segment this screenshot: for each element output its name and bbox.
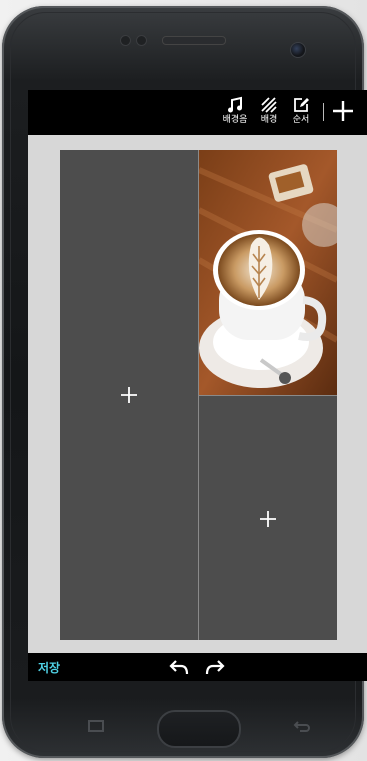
collage-canvas [60, 150, 337, 640]
home-button[interactable] [157, 710, 241, 748]
bottom-toolbar: 저장 [28, 653, 367, 681]
back-icon[interactable] [292, 718, 312, 734]
background-button[interactable]: 배경 [254, 96, 284, 126]
music-note-icon [228, 96, 242, 113]
collage-slot-photo[interactable] [199, 150, 337, 395]
save-button[interactable]: 저장 [38, 659, 60, 676]
edit-icon [294, 98, 309, 112]
music-button[interactable]: 배경음 [220, 96, 250, 126]
proximity-sensor [120, 35, 131, 46]
music-label: 배경음 [222, 115, 248, 125]
add-photo-icon[interactable] [119, 385, 139, 405]
recent-apps-icon[interactable] [86, 718, 106, 734]
toolbar-divider [323, 103, 324, 121]
plus-icon[interactable] [330, 98, 356, 124]
app-screen: 배경음 배경 순서 저장 [28, 90, 367, 681]
diagonal-lines-icon [261, 97, 277, 113]
light-sensor [136, 35, 147, 46]
collage-slot-left[interactable] [60, 150, 198, 640]
order-label: 순서 [292, 115, 310, 125]
order-button[interactable]: 순서 [286, 96, 316, 126]
add-photo-icon[interactable] [258, 509, 278, 529]
front-camera [290, 42, 306, 58]
latte-photo [199, 150, 337, 395]
redo-arrow-icon[interactable] [204, 658, 226, 676]
background-label: 배경 [260, 115, 278, 125]
collage-slot-bottom-right[interactable] [199, 396, 337, 640]
top-toolbar: 배경음 배경 순서 [28, 90, 367, 135]
undo-arrow-icon[interactable] [168, 658, 190, 676]
earpiece-speaker [162, 36, 226, 45]
